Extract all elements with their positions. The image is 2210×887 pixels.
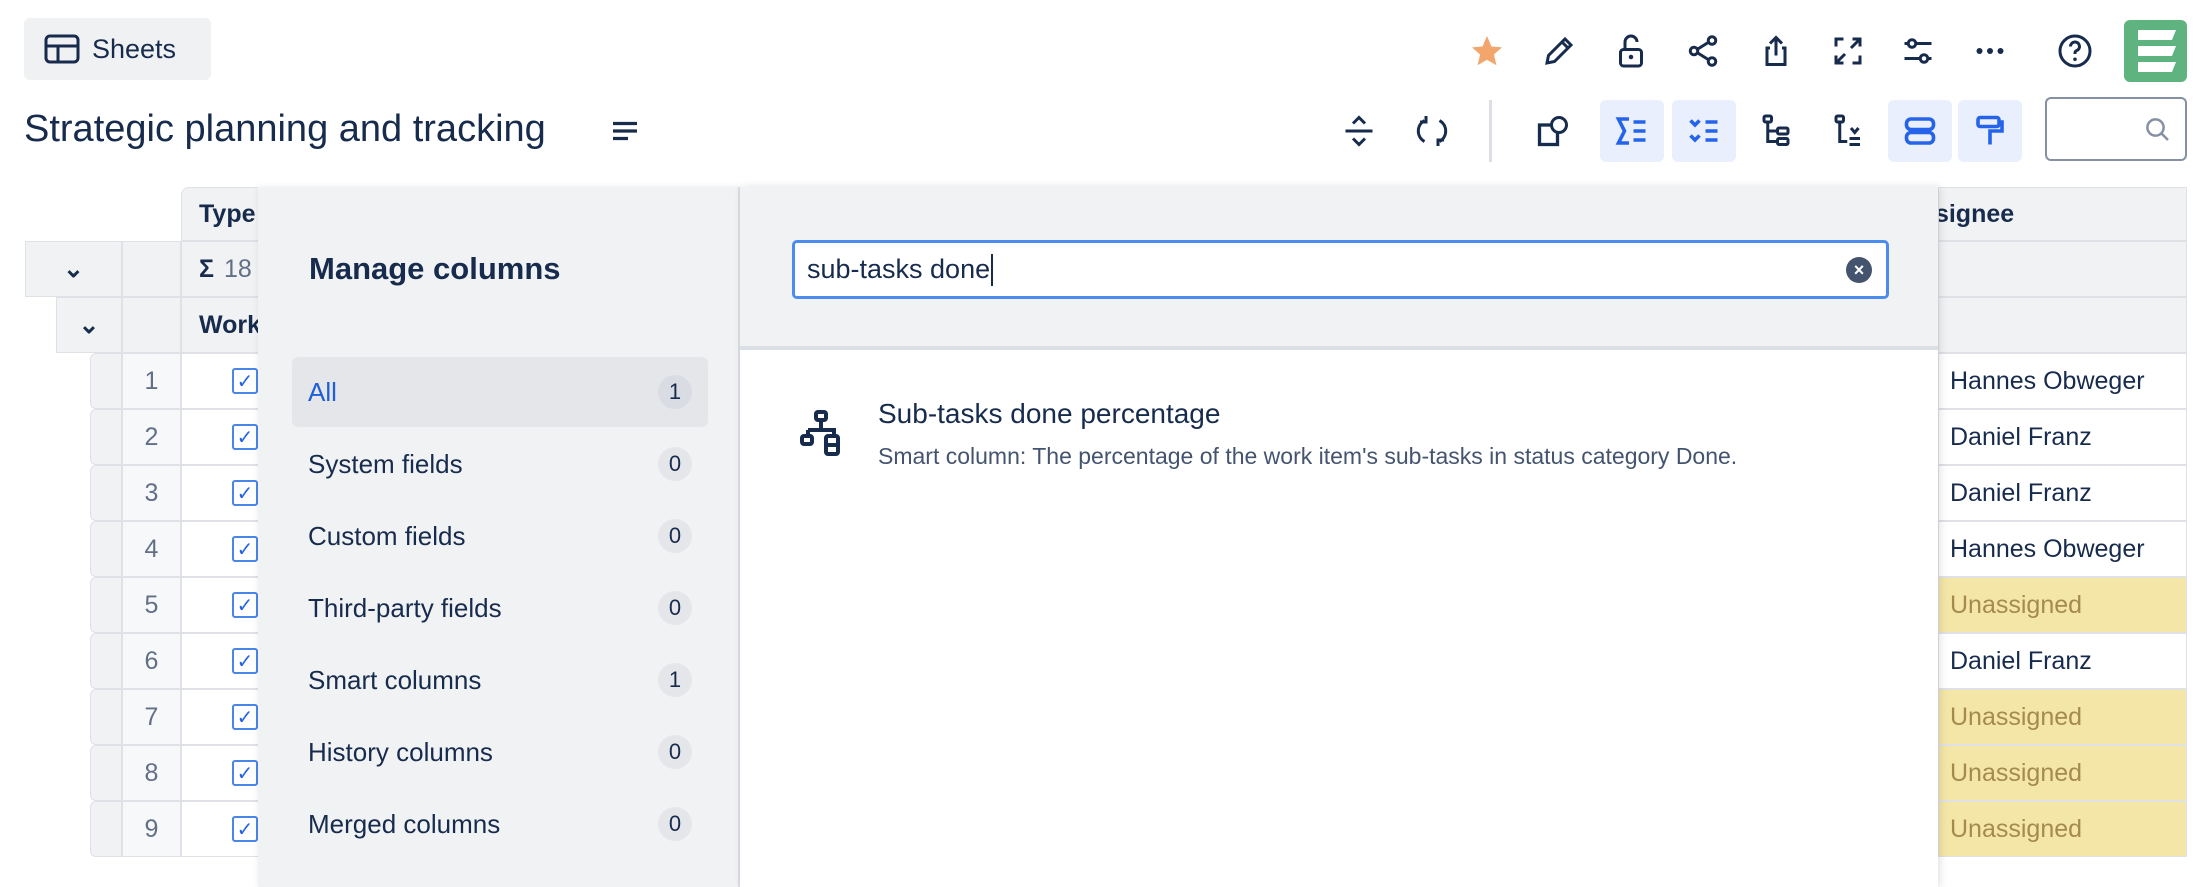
row-number: 7 — [122, 689, 181, 745]
toolbar-divider — [1489, 100, 1492, 162]
task-type-icon: ✓ — [232, 592, 258, 618]
sheets-label: Sheets — [92, 33, 177, 64]
expand-collapse-icon[interactable] — [1337, 109, 1381, 153]
search-icon — [2146, 118, 2169, 141]
fullscreen-icon[interactable] — [1826, 29, 1870, 73]
category-history-columns[interactable]: History columns 0 — [292, 717, 708, 787]
category-count-badge: 0 — [658, 807, 692, 841]
manage-columns-sidebar: Manage columns All 1 System fields 0 Custom … — [258, 187, 740, 887]
row-number: 2 — [122, 409, 181, 465]
category-count-badge: 1 — [658, 663, 692, 697]
sum-row-num — [122, 241, 181, 297]
category-count-badge: 0 — [658, 591, 692, 625]
history-column-icon[interactable] — [1531, 109, 1575, 153]
category-count-badge: 0 — [658, 519, 692, 553]
row-number: 5 — [122, 577, 181, 633]
task-type-icon: ✓ — [232, 424, 258, 450]
column-header-assignee[interactable]: Assignee — [1938, 187, 2187, 241]
row-drag-handle[interactable] — [90, 577, 122, 633]
row-drag-handle[interactable] — [90, 465, 122, 521]
assignee-cell[interactable]: Daniel Franz — [1938, 465, 2187, 521]
task-type-icon: ✓ — [232, 760, 258, 786]
row-height-button[interactable] — [1888, 100, 1952, 162]
collapse-groups-button[interactable] — [1672, 100, 1736, 162]
row-drag-handle[interactable] — [90, 521, 122, 577]
description-icon[interactable] — [603, 109, 647, 153]
star-icon[interactable] — [1465, 29, 1509, 73]
search-header: sub-tasks done × — [740, 187, 1938, 350]
export-icon[interactable] — [1754, 29, 1798, 73]
category-merged-columns[interactable]: Merged columns 0 — [292, 789, 708, 859]
row-drag-handle[interactable] — [90, 633, 122, 689]
sum-toggle-button[interactable] — [1600, 100, 1664, 162]
row-number: 9 — [122, 801, 181, 857]
category-all[interactable]: All 1 — [292, 357, 708, 427]
assignee-cell[interactable]: Unassigned — [1938, 745, 2187, 801]
help-icon[interactable] — [2053, 29, 2097, 73]
assignee-group-cell — [1938, 297, 2187, 353]
group-row-toggle[interactable]: ⌄ — [56, 297, 122, 353]
manage-columns-title: Manage columns — [309, 251, 561, 286]
row-drag-handle[interactable] — [90, 353, 122, 409]
refresh-icon[interactable] — [1410, 109, 1454, 153]
assignee-cell[interactable]: Daniel Franz — [1938, 409, 2187, 465]
more-icon[interactable] — [1968, 29, 2012, 73]
assignee-cell[interactable]: Hannes Obweger — [1938, 521, 2187, 577]
sheets-icon — [44, 34, 80, 64]
row-drag-handle[interactable] — [90, 801, 122, 857]
task-type-icon: ✓ — [232, 648, 258, 674]
assignee-cell[interactable]: Unassigned — [1938, 577, 2187, 633]
sub-task-hierarchy-icon — [800, 410, 840, 456]
app-logo — [2124, 20, 2187, 82]
formatting-paint-button[interactable] — [1958, 100, 2022, 162]
hierarchy-icon[interactable] — [1754, 109, 1798, 153]
sheets-button[interactable]: Sheets — [24, 18, 211, 80]
search-input[interactable] — [2045, 97, 2187, 161]
column-search-input[interactable]: sub-tasks done × — [792, 240, 1889, 299]
result-description: Smart column: The percentage of the work… — [878, 443, 1738, 469]
share-icon[interactable] — [1681, 29, 1725, 73]
row-number: 1 — [122, 353, 181, 409]
settings-sliders-icon[interactable] — [1896, 29, 1940, 73]
category-smart-columns[interactable]: Smart columns 1 — [292, 645, 708, 715]
row-number: 4 — [122, 521, 181, 577]
assignee-sum-cell — [1938, 241, 2187, 297]
group-row-num — [122, 297, 181, 353]
task-type-icon: ✓ — [232, 816, 258, 842]
page-title: Strategic planning and tracking — [24, 108, 546, 150]
assignee-cell[interactable]: Hannes Obweger — [1938, 353, 2187, 409]
row-drag-handle[interactable] — [90, 409, 122, 465]
task-type-icon: ✓ — [232, 368, 258, 394]
assignee-cell[interactable]: Daniel Franz — [1938, 633, 2187, 689]
category-custom-fields[interactable]: Custom fields 0 — [292, 501, 708, 571]
unlock-icon[interactable] — [1609, 29, 1653, 73]
task-type-icon: ✓ — [232, 480, 258, 506]
result-title: Sub-tasks done percentage — [878, 398, 1221, 429]
category-count-badge: 0 — [658, 447, 692, 481]
row-drag-handle[interactable] — [90, 689, 122, 745]
result-item[interactable]: Sub-tasks done percentage Smart column: … — [740, 372, 1938, 492]
category-system-fields[interactable]: System fields 0 — [292, 429, 708, 499]
row-number: 3 — [122, 465, 181, 521]
row-number: 8 — [122, 745, 181, 801]
category-count-badge: 1 — [658, 375, 692, 409]
assignee-cell[interactable]: Unassigned — [1938, 689, 2187, 745]
task-type-icon: ✓ — [232, 704, 258, 730]
manage-columns-results: sub-tasks done × Sub-tasks done percenta… — [740, 187, 1938, 887]
category-third-party-fields[interactable]: Third-party fields 0 — [292, 573, 708, 643]
row-drag-handle[interactable] — [90, 745, 122, 801]
hierarchy-filter-icon[interactable] — [1826, 109, 1870, 153]
assignee-cell[interactable]: Unassigned — [1938, 801, 2187, 857]
clear-search-icon[interactable]: × — [1846, 257, 1872, 283]
sum-row-toggle[interactable]: ⌄ — [25, 241, 122, 297]
category-count-badge: 0 — [658, 735, 692, 769]
task-type-icon: ✓ — [232, 536, 258, 562]
row-number: 6 — [122, 633, 181, 689]
edit-icon[interactable] — [1537, 29, 1581, 73]
